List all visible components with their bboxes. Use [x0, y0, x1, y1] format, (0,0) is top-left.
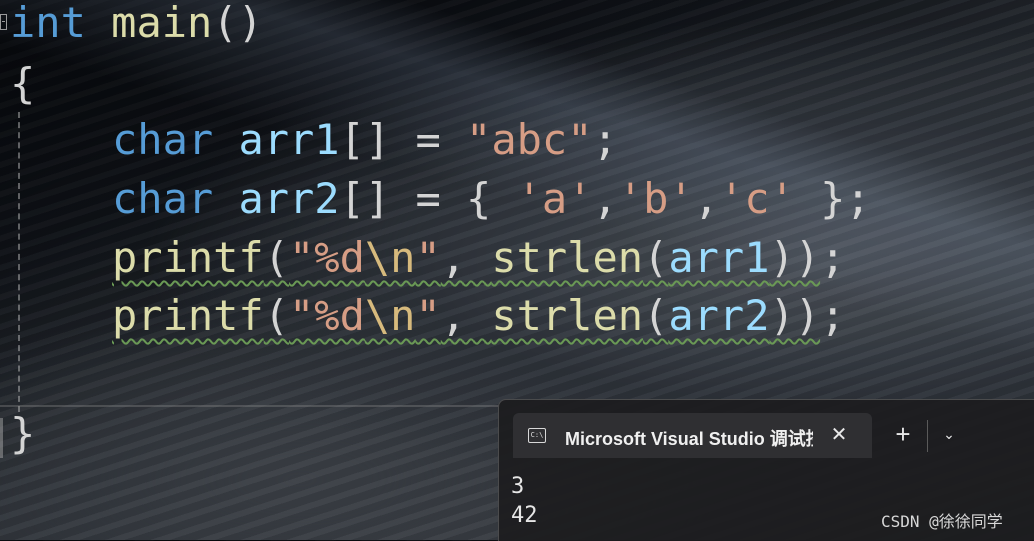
- code-line-7[interactable]: }: [10, 405, 35, 463]
- tab-title: Microsoft Visual Studio 调试控制台: [565, 429, 813, 447]
- variable-arr1: arr1: [668, 233, 770, 282]
- keyword-int: int: [10, 0, 86, 47]
- function-printf: printf: [112, 291, 264, 340]
- warning-squiggle: printf("%d\n", strlen(arr2)): [112, 291, 820, 340]
- code-line-5[interactable]: printf("%d\n", strlen(arr1));: [112, 229, 845, 287]
- format-string: "%d: [289, 291, 365, 340]
- keyword-char: char: [112, 174, 214, 223]
- format-string: "%d: [289, 233, 365, 282]
- paren: (: [263, 233, 290, 282]
- char-literal-a: 'a': [516, 174, 593, 223]
- function-strlen: strlen: [491, 233, 644, 282]
- escape-sequence: \n: [364, 291, 416, 340]
- console-output-line: 42: [511, 503, 538, 528]
- open-brace: {: [466, 174, 517, 223]
- function-main: main: [111, 0, 213, 47]
- function-printf: printf: [112, 233, 264, 282]
- close-icon[interactable]: ✕: [827, 423, 851, 447]
- comma: ,: [693, 174, 719, 223]
- close-brace: }: [10, 409, 36, 458]
- brackets: []: [339, 115, 391, 164]
- warning-squiggle: printf("%d\n", strlen(arr1)): [112, 233, 820, 282]
- format-string-end: ": [415, 291, 441, 340]
- parens: (): [212, 0, 263, 47]
- parens: )): [769, 291, 821, 340]
- comma: ,: [440, 291, 492, 340]
- semicolon: ;: [820, 233, 846, 282]
- scope-end-marker: [0, 418, 3, 458]
- brackets: []: [339, 174, 391, 223]
- paren: (: [643, 291, 669, 340]
- function-strlen: strlen: [491, 291, 644, 340]
- char-literal-b: 'b': [617, 174, 694, 223]
- code-line-6[interactable]: printf("%d\n", strlen(arr2));: [112, 287, 845, 345]
- variable-arr2: arr2: [668, 291, 770, 340]
- char-literal-c: 'c': [718, 174, 795, 223]
- chevron-down-icon[interactable]: ⌄: [939, 424, 959, 444]
- collapse-icon[interactable]: [0, 14, 7, 30]
- editor-divider: [0, 405, 500, 407]
- terminal-icon: C:\: [528, 428, 546, 443]
- semicolon: ;: [592, 115, 618, 164]
- tab-separator: [927, 420, 928, 452]
- comma: ,: [592, 174, 618, 223]
- variable-arr1: arr1: [238, 115, 340, 164]
- watermark: CSDN @徐徐同学: [881, 512, 1003, 531]
- close-brace: };: [794, 174, 871, 223]
- semicolon: ;: [820, 291, 846, 340]
- paren: (: [263, 291, 290, 340]
- variable-arr2: arr2: [238, 174, 340, 223]
- code-line-4[interactable]: char arr2[] = { 'a','b','c' };: [112, 170, 871, 228]
- comma: ,: [440, 233, 492, 282]
- parens: )): [769, 233, 821, 282]
- open-brace: {: [10, 59, 36, 108]
- code-line-3[interactable]: char arr1[] = "abc";: [112, 111, 618, 169]
- string-literal: "abc": [466, 115, 593, 164]
- plus-icon[interactable]: +: [891, 421, 915, 447]
- code-line-1[interactable]: int main(): [10, 0, 263, 52]
- code-line-2[interactable]: {: [10, 55, 35, 113]
- assign: =: [390, 115, 467, 164]
- escape-sequence: \n: [364, 233, 416, 282]
- indent-guide: [18, 112, 20, 412]
- keyword-char: char: [112, 115, 214, 164]
- terminal-tab[interactable]: C:\ Microsoft Visual Studio 调试控制台 ✕: [513, 413, 872, 458]
- console-output-line: 3: [511, 474, 525, 499]
- paren: (: [643, 233, 669, 282]
- assign: =: [390, 174, 467, 223]
- format-string-end: ": [415, 233, 441, 282]
